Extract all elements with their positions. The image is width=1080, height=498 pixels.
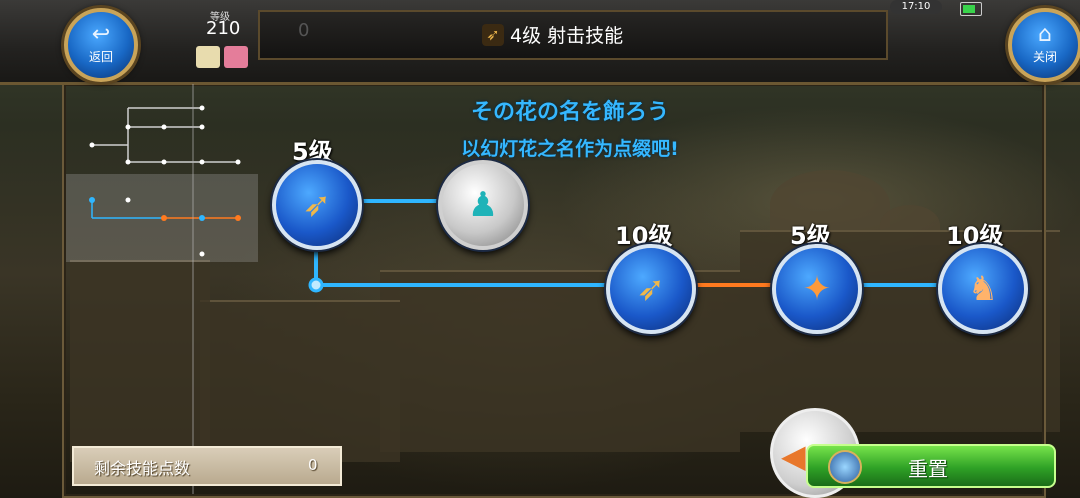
reset-button[interactable]: 重置 (806, 444, 1056, 488)
bow-icon: ➶ (636, 269, 666, 309)
points-value: 0 (308, 456, 318, 474)
skill-node-bow[interactable]: ➶ (606, 244, 696, 334)
skill-node-figures[interactable]: ♞ (938, 244, 1028, 334)
points-label: 剩余技能点数 (94, 459, 191, 478)
reset-label: 重置 (908, 457, 948, 481)
skill-node-spiral-arrow[interactable]: ✦ (772, 244, 862, 334)
skill-links (308, 199, 940, 293)
figures-icon: ♞ (967, 269, 999, 309)
skill-node-bow-arrow[interactable]: ➶ (272, 160, 362, 250)
bow-arrow-icon: ➶ (302, 185, 332, 225)
silhouette-icon: ♟ (467, 185, 499, 225)
gem-icon (828, 450, 862, 484)
remaining-skill-points: 剩余技能点数 0 (72, 446, 342, 486)
skill-node-locked[interactable]: ♟ (438, 160, 528, 250)
spiral-arrow-icon: ✦ (802, 269, 832, 309)
dash-arrow-icon: ◀ (781, 437, 806, 475)
